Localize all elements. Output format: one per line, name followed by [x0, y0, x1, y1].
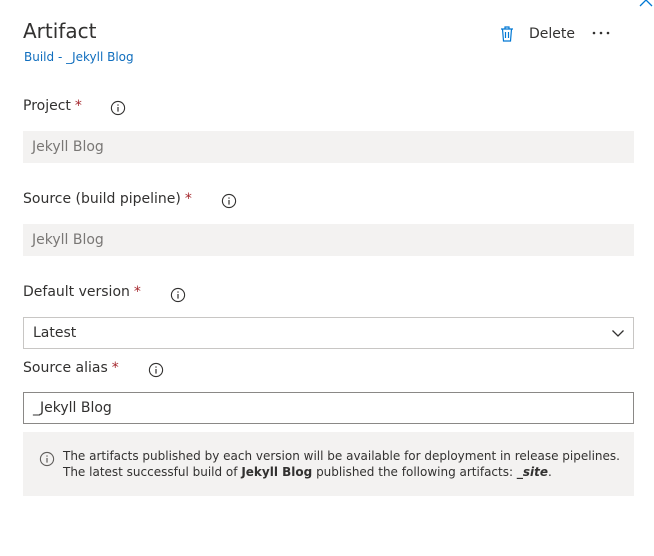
- info-icon[interactable]: [148, 362, 164, 378]
- default-version-label-row: Default version *: [23, 283, 141, 301]
- default-version-dropdown[interactable]: Latest: [23, 317, 634, 349]
- source-alias-label-row: Source alias *: [23, 359, 119, 377]
- source-alias-label: Source alias: [23, 360, 108, 376]
- required-marker: *: [133, 284, 141, 300]
- default-version-value: Latest: [33, 325, 77, 341]
- info-artifact-name: _site: [516, 465, 548, 479]
- info-icon[interactable]: [110, 100, 126, 116]
- close-button[interactable]: [638, 0, 654, 8]
- required-marker: *: [184, 191, 192, 207]
- info-build-name: Jekyll Blog: [241, 465, 313, 479]
- default-version-label: Default version: [23, 284, 130, 300]
- required-marker: *: [111, 360, 119, 376]
- info-suffix: .: [547, 465, 552, 479]
- info-icon[interactable]: [170, 287, 186, 303]
- source-alias-input[interactable]: _Jekyll Blog: [23, 392, 634, 424]
- required-marker: *: [74, 98, 82, 114]
- trash-icon: [501, 26, 513, 42]
- more-icon: [592, 31, 610, 35]
- delete-button[interactable]: Delete: [499, 22, 575, 46]
- info-middle: published the following artifacts:: [316, 465, 514, 479]
- source-pipeline-field: Jekyll Blog: [23, 224, 634, 256]
- source-label: Source (build pipeline): [23, 191, 181, 207]
- source-label-row: Source (build pipeline) *: [23, 190, 192, 208]
- project-field: Jekyll Blog: [23, 131, 634, 163]
- delete-label: Delete: [529, 26, 575, 42]
- info-icon: [39, 451, 55, 467]
- project-label-row: Project *: [23, 97, 82, 115]
- info-text-line2: The latest successful build of Jekyll Bl…: [63, 465, 552, 480]
- info-prefix: The latest successful build of: [63, 465, 238, 479]
- artifact-source-link[interactable]: Build - _Jekyll Blog: [24, 49, 134, 65]
- info-icon[interactable]: [221, 193, 237, 209]
- info-text-line1: The artifacts published by each version …: [63, 449, 620, 463]
- close-icon: [639, 0, 653, 7]
- panel-title: Artifact: [23, 19, 97, 43]
- project-label: Project: [23, 98, 71, 114]
- info-message-bar: The artifacts published by each version …: [23, 432, 634, 496]
- chevron-down-icon: [612, 330, 624, 337]
- more-options-button[interactable]: [590, 22, 612, 44]
